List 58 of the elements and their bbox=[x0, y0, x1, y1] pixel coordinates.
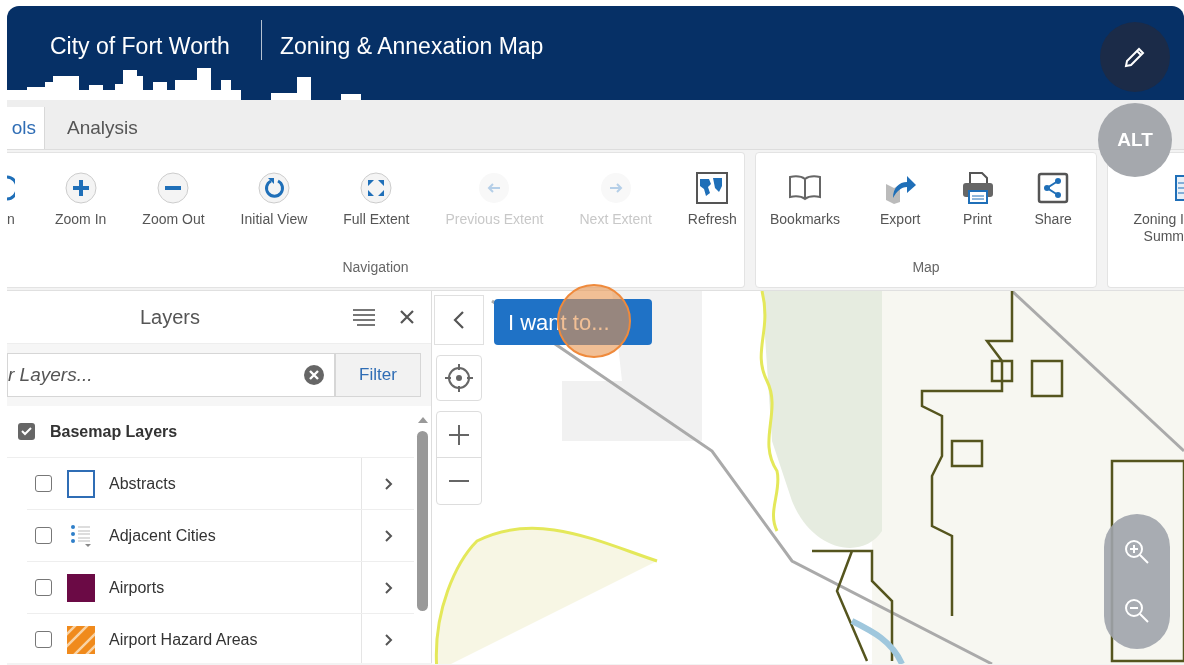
minus-icon bbox=[448, 479, 470, 483]
scrollbar-thumb[interactable] bbox=[417, 431, 428, 611]
ribbon-button[interactable]: Refresh bbox=[687, 171, 737, 228]
zoom-in-icon[interactable] bbox=[1124, 538, 1150, 565]
group-label: Navigation bbox=[341, 258, 410, 277]
ribbon-button[interactable]: Full Extent bbox=[343, 171, 410, 228]
layer-label[interactable]: Airports bbox=[109, 575, 361, 600]
ribbon-button[interactable]: Bookmarks bbox=[770, 171, 841, 228]
chevron-right-icon[interactable] bbox=[383, 632, 393, 647]
world-map-icon bbox=[695, 171, 730, 205]
book-icon bbox=[788, 173, 822, 203]
print-icon bbox=[960, 171, 995, 205]
checkbox[interactable] bbox=[18, 423, 35, 440]
layer-label[interactable]: Airport Hazard Areas bbox=[109, 627, 361, 652]
tab[interactable]: Analysis bbox=[45, 107, 160, 149]
checkbox[interactable] bbox=[35, 579, 52, 596]
group-label: Map bbox=[911, 258, 941, 277]
locate-button[interactable] bbox=[436, 355, 482, 401]
scroll-up-icon[interactable] bbox=[416, 416, 429, 424]
checkmark-icon bbox=[21, 427, 32, 436]
plus-icon bbox=[448, 423, 470, 446]
checkbox[interactable] bbox=[35, 527, 52, 544]
layer-group-label[interactable]: Basemap Layers bbox=[50, 419, 178, 444]
reset-icon bbox=[257, 172, 290, 204]
pencil-icon bbox=[1123, 45, 1147, 69]
zoom-out-icon bbox=[157, 172, 190, 204]
list-legend-icon bbox=[70, 523, 92, 548]
checkbox[interactable] bbox=[35, 631, 52, 648]
layer-label[interactable]: Adjacent Cities bbox=[109, 523, 361, 548]
menu-icon[interactable] bbox=[352, 308, 377, 326]
city-name: City of Fort Worth bbox=[50, 32, 230, 61]
pan-icon bbox=[7, 173, 15, 203]
document-icon bbox=[1174, 173, 1184, 203]
ribbon-button[interactable]: Initial View bbox=[240, 171, 308, 228]
tab[interactable]: ols bbox=[7, 107, 45, 149]
chevron-right-icon[interactable] bbox=[383, 580, 393, 595]
ribbon-button[interactable]: Zoom Out bbox=[142, 171, 205, 228]
chevron-left-icon bbox=[453, 310, 465, 330]
app-title: Zoning & Annexation Map bbox=[280, 32, 544, 61]
crosshair-icon bbox=[444, 363, 474, 393]
ribbon-button[interactable]: Share bbox=[1034, 171, 1072, 228]
ribbon-button[interactable]: Zoom In bbox=[55, 171, 107, 228]
ribbon-button[interactable]: Print bbox=[960, 171, 995, 228]
close-icon[interactable] bbox=[400, 310, 415, 324]
filter-field[interactable]: r Layers... bbox=[7, 353, 335, 397]
zoom-out-icon[interactable] bbox=[1124, 598, 1150, 625]
ribbon-button[interactable]: Export bbox=[880, 171, 921, 228]
clear-icon[interactable] bbox=[303, 364, 325, 386]
share-icon bbox=[1037, 172, 1070, 204]
full-extent-icon bbox=[360, 172, 393, 204]
chevron-right-icon[interactable] bbox=[383, 476, 393, 491]
checkbox[interactable] bbox=[35, 475, 52, 492]
ribbon-button[interactable]: n bbox=[7, 171, 19, 228]
zoom-in-icon bbox=[64, 172, 97, 204]
panel-title: Layers bbox=[140, 305, 201, 330]
layer-label[interactable]: Abstracts bbox=[109, 471, 361, 496]
filter-button[interactable]: Filter bbox=[335, 353, 421, 397]
chevron-right-icon[interactable] bbox=[383, 528, 393, 543]
